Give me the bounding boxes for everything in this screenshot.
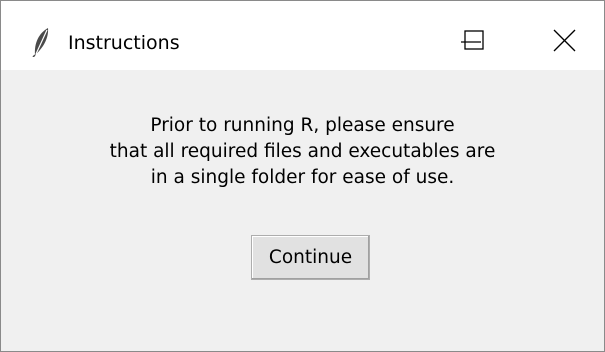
maximize-button[interactable] (459, 15, 519, 67)
message-line-1: Prior to running R, please ensure (150, 115, 455, 136)
dialog-content: Prior to running R, please ensure that a… (1, 70, 604, 351)
close-button[interactable] (541, 15, 601, 67)
message-line-2: that all required files and executables … (109, 141, 496, 162)
instructions-window: Instructions Prior to running R, please … (0, 0, 605, 352)
window-title: Instructions (68, 32, 180, 54)
feather-icon (31, 27, 53, 58)
message-line-3: in a single folder for ease of use. (150, 167, 455, 188)
close-icon (553, 29, 576, 52)
maximize-icon (464, 30, 484, 50)
instruction-message: Prior to running R, please ensure that a… (1, 113, 604, 191)
title-bar[interactable]: Instructions (1, 1, 604, 70)
continue-button[interactable]: Continue (251, 235, 370, 280)
